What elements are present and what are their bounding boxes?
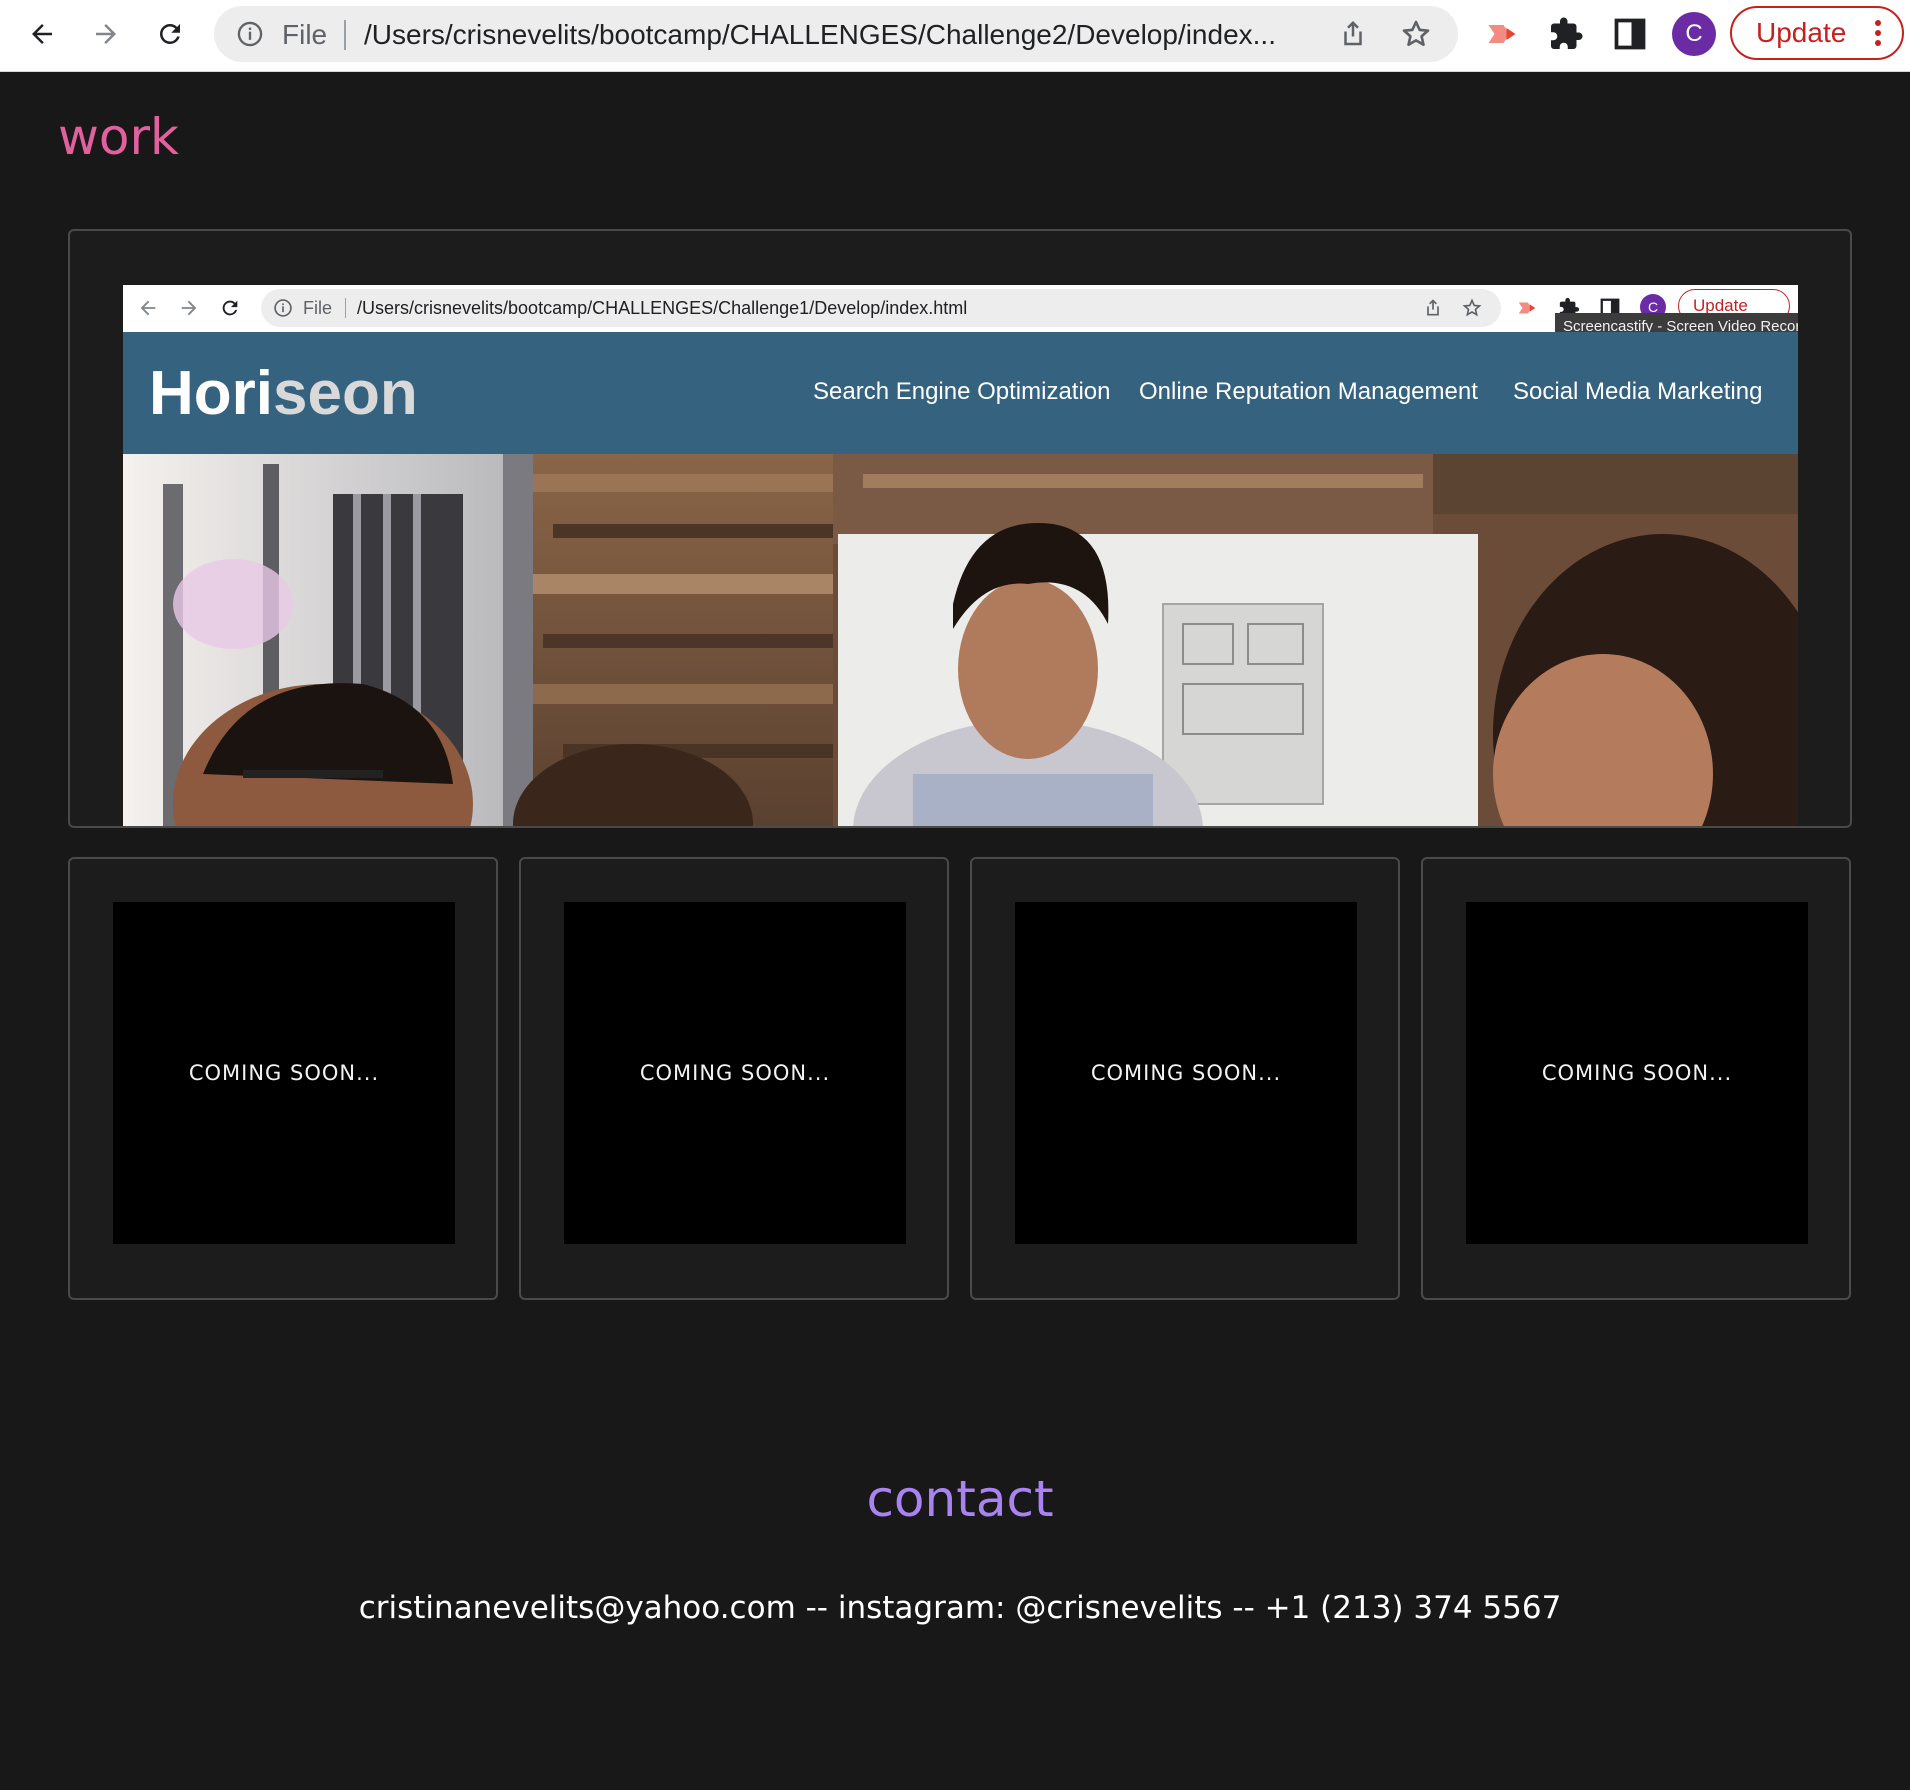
back-icon [140, 300, 156, 316]
project-thumbnail[interactable]: COMING SOON... [564, 902, 906, 1244]
coming-soon-label: COMING SOON... [188, 1061, 380, 1085]
nav-item-social-media: Social Media Marketing [1513, 378, 1763, 405]
contact-details[interactable]: cristinanevelits@yahoo.com -- instagram:… [0, 1590, 1910, 1626]
forward-icon [181, 300, 197, 316]
coming-soon-label: COMING SOON... [639, 1061, 831, 1085]
work-heading: work [58, 108, 179, 166]
nav-item-seo: Search Engine Optimization [813, 378, 1111, 405]
screenshot-url-separator [345, 298, 346, 318]
forward-button[interactable] [84, 12, 128, 56]
profile-avatar[interactable]: C [1672, 12, 1716, 56]
info-icon[interactable] [236, 20, 264, 48]
coming-soon-label: COMING SOON... [1090, 1061, 1282, 1085]
screencastify-icon [1518, 302, 1536, 314]
screenshot-browser-toolbar: File /Users/crisnevelits/bootcamp/CHALLE… [123, 285, 1798, 332]
more-vert-icon[interactable] [1874, 18, 1882, 48]
contact-heading: contact [866, 1470, 1054, 1528]
project-thumbnail[interactable]: COMING SOON... [1466, 902, 1808, 1244]
url-text[interactable]: /Users/crisnevelits/bootcamp/CHALLENGES/… [364, 19, 1364, 51]
horiseon-logo: Horiseon [149, 358, 418, 429]
project-thumbnail[interactable]: COMING SOON... [113, 902, 455, 1244]
screenshot-url-text: /Users/crisnevelits/bootcamp/CHALLENGES/… [357, 298, 968, 318]
share-icon[interactable] [1338, 18, 1368, 50]
forward-icon [96, 24, 116, 44]
project-card-2[interactable]: COMING SOON... [519, 857, 949, 1300]
featured-project-screenshot[interactable]: File /Users/crisnevelits/bootcamp/CHALLE… [123, 285, 1798, 826]
project-card-4[interactable]: COMING SOON... [1421, 857, 1851, 1300]
coming-soon-label: COMING SOON... [1541, 1061, 1733, 1085]
horiseon-header: Horiseon Search Engine Optimization Onli… [123, 332, 1798, 454]
back-icon [32, 24, 52, 44]
logo-main-text: Hori [149, 359, 273, 428]
screenshot-url-scheme: File [303, 298, 333, 318]
star-icon[interactable] [1400, 18, 1432, 50]
share-icon [1427, 299, 1439, 316]
office-meeting-photo [123, 454, 1798, 826]
featured-project-card[interactable]: File /Users/crisnevelits/bootcamp/CHALLE… [68, 229, 1852, 828]
update-button-label: Update [1756, 17, 1847, 48]
address-bar[interactable]: File /Users/crisnevelits/bootcamp/CHALLE… [214, 6, 1458, 62]
info-icon [274, 299, 292, 317]
project-thumbnail[interactable]: COMING SOON... [1015, 902, 1357, 1244]
nav-item-reputation: Online Reputation Management [1139, 378, 1478, 405]
reload-icon [160, 23, 180, 44]
screencastify-icon[interactable] [1484, 16, 1520, 52]
reload-button[interactable] [148, 12, 192, 56]
side-panel-icon[interactable] [1612, 16, 1648, 52]
project-card-3[interactable]: COMING SOON... [970, 857, 1400, 1300]
star-icon [1462, 298, 1482, 317]
browser-toolbar: File /Users/crisnevelits/bootcamp/CHALLE… [0, 0, 1910, 72]
screenshot-address-bar: File /Users/crisnevelits/bootcamp/CHALLE… [261, 289, 1501, 327]
horiseon-hero-image [123, 454, 1798, 826]
reload-icon [222, 300, 238, 316]
url-separator [344, 20, 346, 50]
extensions-icon[interactable] [1548, 16, 1584, 52]
back-button[interactable] [20, 12, 64, 56]
update-button[interactable]: Update [1730, 6, 1904, 60]
logo-accent-text: seon [273, 359, 418, 428]
url-scheme-label: File [282, 19, 328, 50]
project-card-1[interactable]: COMING SOON... [68, 857, 498, 1300]
